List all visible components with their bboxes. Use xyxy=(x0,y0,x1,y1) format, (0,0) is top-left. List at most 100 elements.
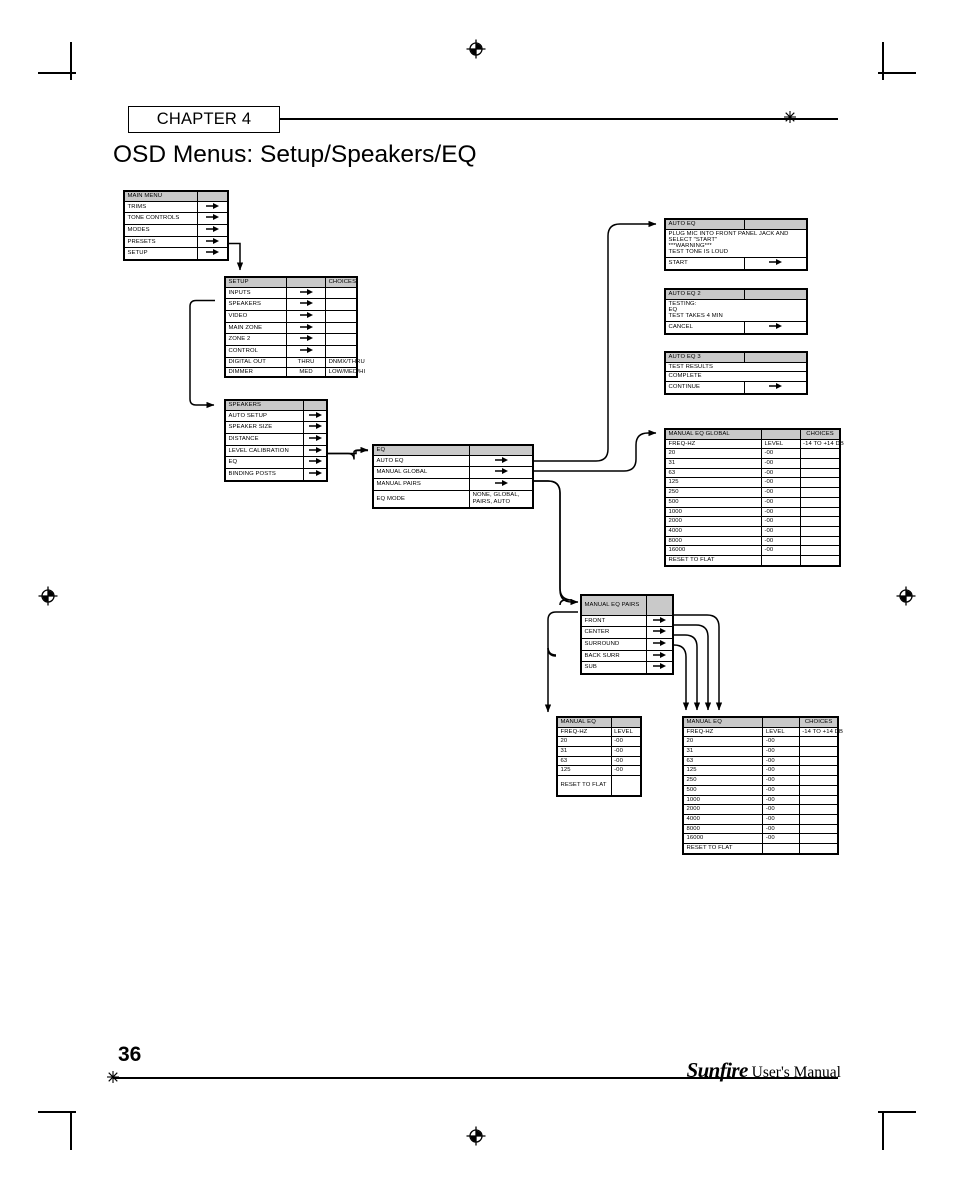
eq-item-manual-global[interactable]: MANUAL GLOBAL xyxy=(372,466,471,480)
eq-value-eq-mode[interactable]: NONE, GLOBAL, PAIRS, AUTO xyxy=(469,489,533,509)
level-value[interactable]: -00 xyxy=(610,755,642,767)
table-row[interactable]: DISTANCE xyxy=(224,433,327,446)
table-row[interactable]: 125 -00 xyxy=(682,765,839,777)
table-row[interactable]: VIDEO xyxy=(225,310,357,323)
setup-item-digital-out[interactable]: DIGITAL OUT xyxy=(225,356,287,368)
table-row[interactable]: 63 -00 xyxy=(665,467,841,479)
speakers-item-eq[interactable]: EQ xyxy=(224,456,305,470)
main-menu-item-presets[interactable]: PRESETS xyxy=(123,235,199,249)
table-row[interactable]: 8000 -00 xyxy=(665,535,841,547)
level-value[interactable]: -00 xyxy=(762,833,800,844)
table-row[interactable]: RESET TO FLAT xyxy=(665,554,841,566)
speakers-item-auto-setup[interactable]: AUTO SETUP xyxy=(224,409,305,423)
table-row[interactable]: SPEAKERS xyxy=(225,298,357,312)
speakers-item-level-calibration[interactable]: LEVEL CALIBRATION xyxy=(224,444,305,458)
table-row[interactable]: 63 -00 xyxy=(557,755,642,767)
manual-eq-pairs-item-back-surr[interactable]: BACK SURR xyxy=(581,649,647,663)
table-row[interactable]: ZONE 2 xyxy=(225,333,357,347)
level-value[interactable]: -00 xyxy=(762,736,800,748)
table-row[interactable]: 125 -00 xyxy=(665,477,841,489)
table-row[interactable]: EQ xyxy=(224,456,327,470)
setup-value-digital-out[interactable]: THRU xyxy=(285,356,327,368)
table-row[interactable]: 250 -00 xyxy=(682,775,839,786)
table-row[interactable]: 500 -00 xyxy=(682,784,839,796)
speakers-item-speaker-size[interactable]: SPEAKER SIZE xyxy=(224,421,305,435)
table-row[interactable]: RESET TO FLAT xyxy=(557,775,642,796)
setup-item-video[interactable]: VIDEO xyxy=(225,310,287,323)
table-row[interactable]: AUTO EQ xyxy=(372,454,533,468)
eq-item-auto-eq[interactable]: AUTO EQ xyxy=(372,454,471,468)
setup-item-zone-2[interactable]: ZONE 2 xyxy=(225,333,287,347)
table-row[interactable]: MANUAL PAIRS xyxy=(372,478,533,491)
table-row[interactable]: 20 -00 xyxy=(557,736,642,748)
table-row[interactable]: 63 -00 xyxy=(682,755,839,767)
eq-item-manual-pairs[interactable]: MANUAL PAIRS xyxy=(372,478,471,491)
level-value[interactable]: -00 xyxy=(762,784,800,796)
main-menu-item-trims[interactable]: TRIMS xyxy=(123,200,199,214)
manual-eq-pair-reset[interactable]: RESET TO FLAT xyxy=(682,842,764,854)
table-row[interactable]: PRESETS xyxy=(123,235,228,249)
setup-value-dimmer[interactable]: MED xyxy=(285,366,327,378)
level-value[interactable]: -00 xyxy=(760,516,801,527)
level-value[interactable]: -00 xyxy=(760,487,801,498)
table-row[interactable]: SETUP xyxy=(123,247,228,261)
level-value[interactable]: -00 xyxy=(760,467,801,479)
level-value[interactable]: -00 xyxy=(762,755,800,767)
manual-eq-sub-reset[interactable]: RESET TO FLAT xyxy=(557,775,612,796)
setup-item-control[interactable]: CONTROL xyxy=(225,345,287,358)
level-value[interactable]: -00 xyxy=(762,794,800,806)
table-row[interactable]: 16000 -00 xyxy=(665,545,841,556)
setup-item-speakers[interactable]: SPEAKERS xyxy=(225,298,287,312)
level-value[interactable]: -00 xyxy=(760,535,801,547)
table-row[interactable]: 4000 -00 xyxy=(682,813,839,825)
setup-item-inputs[interactable]: INPUTS xyxy=(225,286,287,300)
table-row[interactable]: RESET TO FLAT xyxy=(682,842,839,854)
table-row[interactable]: EQ MODE NONE, GLOBAL, PAIRS, AUTO xyxy=(372,489,533,509)
table-row[interactable]: DIGITAL OUT THRU DNMX/THRU xyxy=(225,356,365,368)
level-value[interactable]: -00 xyxy=(760,525,801,537)
level-value[interactable]: -00 xyxy=(760,496,801,508)
manual-eq-pairs-item-surround[interactable]: SURROUND xyxy=(581,637,647,651)
level-value[interactable]: -00 xyxy=(760,506,801,518)
level-value[interactable]: -00 xyxy=(760,477,801,489)
level-value[interactable]: -00 xyxy=(762,765,800,777)
main-menu-item-modes[interactable]: MODES xyxy=(123,224,199,237)
level-value[interactable]: -00 xyxy=(762,746,800,757)
level-value[interactable]: -00 xyxy=(762,775,800,786)
table-row[interactable]: BACK SURR xyxy=(581,649,674,663)
setup-item-main-zone[interactable]: MAIN ZONE xyxy=(225,321,287,335)
table-row[interactable]: SPEAKER SIZE xyxy=(224,421,327,435)
manual-eq-pairs-item-sub[interactable]: SUB xyxy=(581,661,647,674)
main-menu-item-tone-controls[interactable]: TONE CONTROLS xyxy=(123,212,199,226)
level-value[interactable]: -00 xyxy=(760,448,801,460)
table-row[interactable]: LEVEL CALIBRATION xyxy=(224,444,327,458)
table-row[interactable]: MANUAL GLOBAL xyxy=(372,466,533,480)
table-row[interactable]: AUTO SETUP xyxy=(224,409,327,423)
table-row[interactable]: BINDING POSTS xyxy=(224,468,327,481)
table-row[interactable]: 31 -00 xyxy=(557,746,642,757)
manual-eq-global-reset[interactable]: RESET TO FLAT xyxy=(665,554,762,566)
table-row[interactable]: 2000 -00 xyxy=(665,516,841,527)
table-row[interactable]: SURROUND xyxy=(581,637,674,651)
level-value[interactable]: -00 xyxy=(760,545,801,556)
table-row[interactable]: FRONT xyxy=(581,614,674,628)
table-row[interactable]: CANCEL xyxy=(665,321,808,334)
table-row[interactable]: CONTROL xyxy=(225,345,357,358)
table-row[interactable]: 20 -00 xyxy=(682,736,839,748)
speakers-item-binding-posts[interactable]: BINDING POSTS xyxy=(224,468,305,481)
table-row[interactable]: 31 -00 xyxy=(682,746,839,757)
table-row[interactable]: CENTER xyxy=(581,626,674,639)
auto-eq-2-cancel-action[interactable]: CANCEL xyxy=(665,321,745,334)
auto-eq-3-continue-action[interactable]: CONTINUE xyxy=(665,381,745,394)
table-row[interactable]: 31 -00 xyxy=(665,458,841,469)
table-row[interactable]: MODES xyxy=(123,224,228,237)
table-row[interactable]: CONTINUE xyxy=(665,381,808,394)
manual-eq-pairs-item-center[interactable]: CENTER xyxy=(581,626,647,639)
table-row[interactable]: 2000 -00 xyxy=(682,804,839,815)
speakers-item-distance[interactable]: DISTANCE xyxy=(224,433,305,446)
table-row[interactable]: MAIN ZONE xyxy=(225,321,357,335)
manual-eq-pairs-item-front[interactable]: FRONT xyxy=(581,614,647,628)
table-row[interactable]: SUB xyxy=(581,661,674,674)
table-row[interactable]: START xyxy=(665,257,808,271)
table-row[interactable]: INPUTS xyxy=(225,286,357,300)
